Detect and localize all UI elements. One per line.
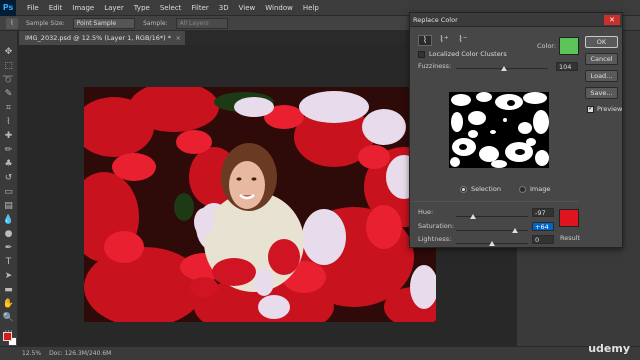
menu-edit[interactable]: Edit [49,4,63,12]
cancel-button[interactable]: Cancel [585,53,618,65]
selection-mask-image [449,92,549,168]
hue-row: Hue: [418,207,454,217]
foreground-color-swatch[interactable] [3,332,12,341]
move-tool-icon[interactable]: ✥ [3,47,15,58]
fuzziness-slider-thumb[interactable] [500,66,507,71]
menu-type[interactable]: Type [134,4,150,12]
type-tool-icon[interactable]: T [3,257,15,268]
gradient-tool-icon[interactable]: ▤ [3,201,15,212]
dodge-tool-icon[interactable]: ● [3,229,15,240]
document-size: Doc: 126.3M/240.6M [49,350,112,357]
saturation-slider-thumb[interactable] [512,228,519,233]
preview-checkbox-row[interactable]: Preview [587,104,623,113]
image-radio-label: Image [529,185,551,193]
menu-layer[interactable]: Layer [104,4,124,12]
saturation-label: Saturation: [418,222,455,230]
dialog-title: Replace Color [413,15,458,24]
saturation-field[interactable]: +64 [532,222,554,231]
history-brush-tool-icon[interactable]: ↺ [3,173,15,184]
hue-field[interactable]: -97 [532,208,554,217]
selected-color-swatch[interactable] [559,37,579,55]
eyedropper-plus-icon[interactable]: ⌇⁺ [437,35,451,46]
dialog-title-bar[interactable]: Replace Color ✕ [410,13,622,27]
menu-view[interactable]: View [239,4,256,12]
eyedropper-tool-icon[interactable]: ⌇ [3,117,15,128]
selection-preview[interactable] [449,92,549,168]
fuzziness-row: Fuzziness: [418,61,454,71]
menu-filter[interactable]: Filter [191,4,208,12]
eyedropper-minus-icon[interactable]: ⌇⁻ [456,35,470,46]
eyedropper-icon[interactable]: ⌇ [418,35,432,46]
lightness-field[interactable]: 0 [532,235,554,244]
document-tab[interactable]: IMG_2032.psd @ 12.5% (Layer 1, RGB/16*) … [19,31,185,45]
tools-panel: ✥ ⬚ ➰ ✎ ⌗ ⌇ ✚ ✏ ♣ ↺ ▭ ▤ 💧 ● ✒ T ➤ ▬ ✋ 🔍 … [0,31,18,346]
lasso-tool-icon[interactable]: ➰ [3,75,15,86]
selection-radio-label: Selection [471,185,501,193]
sample-size-select[interactable]: Point Sample [72,17,136,29]
healing-brush-tool-icon[interactable]: ✚ [3,131,15,142]
replace-color-dialog: Replace Color ✕ ⌇ ⌇⁺ ⌇⁻ Color: Localized… [409,12,623,248]
localized-clusters-checkbox[interactable] [418,50,425,58]
rectangle-tool-icon[interactable]: ▬ [3,285,15,296]
sample-select[interactable]: All Layers [175,17,228,29]
close-icon[interactable]: ✕ [604,15,620,25]
menu-select[interactable]: Select [160,4,182,12]
zoom-tool-icon[interactable]: 🔍 [3,313,15,324]
status-bar: 12.5% Doc: 126.3M/240.6M [0,346,640,360]
result-label: Result [560,234,581,242]
menu-window[interactable]: Window [265,4,293,12]
preview-checkbox-label: Preview [597,105,623,113]
sample-label: Sample: [143,19,168,27]
quick-select-tool-icon[interactable]: ✎ [3,89,15,100]
image-radio[interactable] [518,185,526,193]
eyedropper-tool-icon[interactable]: ⌇ [6,17,18,29]
eraser-tool-icon[interactable]: ▭ [3,187,15,198]
hue-slider-thumb[interactable] [469,214,476,219]
zoom-level[interactable]: 12.5% [22,350,41,357]
pen-tool-icon[interactable]: ✒ [3,243,15,254]
menu-image[interactable]: Image [72,4,94,12]
color-label: Color: [537,42,557,50]
result-color-swatch[interactable] [559,209,579,227]
photoshop-logo: Ps [0,0,16,16]
localized-clusters-label: Localized Color Clusters [429,50,507,58]
hue-track[interactable] [456,216,528,217]
save-button[interactable]: Save... [585,87,618,99]
lightness-label: Lightness: [418,235,452,243]
eyedropper-group: ⌇ ⌇⁺ ⌇⁻ [418,35,470,46]
hue-label: Hue: [418,208,434,216]
brush-tool-icon[interactable]: ✏ [3,145,15,156]
localized-clusters-row[interactable]: Localized Color Clusters [418,50,507,58]
selection-radio[interactable] [460,185,467,193]
clone-stamp-tool-icon[interactable]: ♣ [3,159,15,170]
document-tab-title: IMG_2032.psd @ 12.5% (Layer 1, RGB/16*) … [25,34,171,42]
lightness-row: Lightness: [418,234,454,244]
udemy-watermark: udemy [588,342,630,355]
ok-button[interactable]: OK [585,36,618,48]
hand-tool-icon[interactable]: ✋ [3,299,15,310]
menu-file[interactable]: File [27,4,39,12]
close-tab-icon[interactable]: × [176,31,181,45]
marquee-tool-icon[interactable]: ⬚ [3,61,15,72]
menu-3d[interactable]: 3D [219,4,229,12]
dialog-divider [413,201,578,202]
preview-mode-row: Selection Image [460,185,550,193]
photo-image [84,87,436,322]
path-select-tool-icon[interactable]: ➤ [3,271,15,282]
fuzziness-label: Fuzziness: [418,62,452,70]
preview-checkbox[interactable] [587,104,594,113]
sample-size-label: Sample Size: [26,19,65,27]
load-button[interactable]: Load... [585,70,618,82]
lightness-slider-thumb[interactable] [489,241,495,246]
document-photo[interactable] [84,87,436,322]
crop-tool-icon[interactable]: ⌗ [3,103,15,114]
saturation-row: Saturation: [418,221,454,231]
document-tab-bar: IMG_2032.psd @ 12.5% (Layer 1, RGB/16*) … [19,31,409,45]
menu-help[interactable]: Help [303,4,319,12]
fuzziness-field[interactable]: 104 [556,62,578,71]
blur-tool-icon[interactable]: 💧 [3,215,15,226]
